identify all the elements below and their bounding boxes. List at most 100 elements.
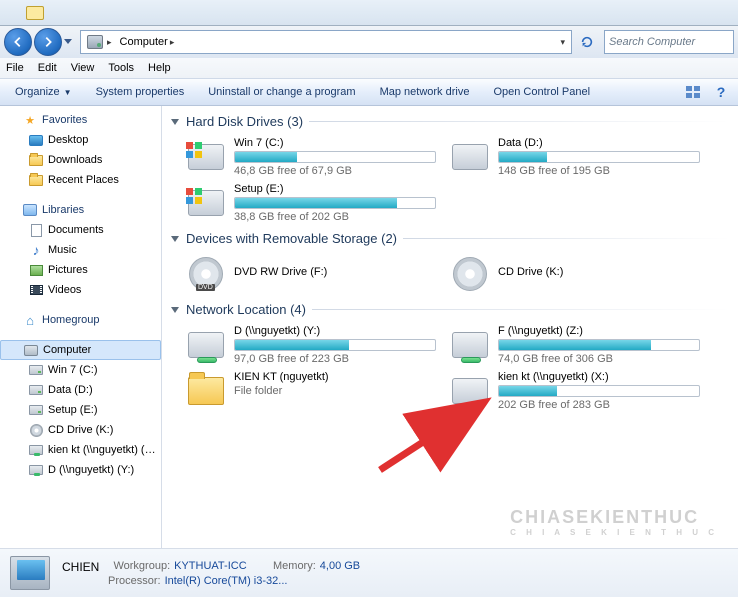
capacity-bar <box>234 339 436 351</box>
drive-item-d[interactable]: Data (D:)148 GB free of 195 GB <box>448 135 702 179</box>
chevron-down-icon <box>64 39 72 45</box>
drive-item-c[interactable]: Win 7 (C:)46,8 GB free of 67,9 GB <box>184 135 438 179</box>
drive-item-y[interactable]: D (\\nguyetkt) (Y:)97,0 GB free of 223 G… <box>184 323 438 367</box>
disc-icon <box>30 424 43 437</box>
refresh-button[interactable] <box>576 31 598 53</box>
chevron-right-icon: ▸ <box>170 37 175 48</box>
capacity-bar <box>234 197 436 209</box>
group-header-removable[interactable]: Devices with Removable Storage (2) <box>170 231 730 246</box>
menu-tools[interactable]: Tools <box>108 62 134 74</box>
content-pane[interactable]: Hard Disk Drives (3) Win 7 (C:)46,8 GB f… <box>162 106 738 548</box>
drive-item-cd[interactable]: CD Drive (K:) <box>448 252 702 296</box>
menu-bar: File Edit View Tools Help <box>0 58 738 78</box>
search-placeholder: Search Computer <box>609 36 695 48</box>
window-folder-icon <box>26 6 44 20</box>
tree-music[interactable]: ♪Music <box>0 240 161 260</box>
tree-videos[interactable]: Videos <box>0 280 161 300</box>
system-properties-button[interactable]: System properties <box>87 82 194 102</box>
drive-icon <box>188 190 224 216</box>
history-dropdown[interactable] <box>62 30 74 54</box>
collapse-icon <box>170 305 180 315</box>
tree-computer[interactable]: Computer <box>0 340 161 360</box>
chevron-right-icon: ▸ <box>107 37 112 48</box>
arrow-left-icon <box>11 35 25 49</box>
search-input[interactable]: Search Computer <box>604 30 734 54</box>
map-drive-button[interactable]: Map network drive <box>371 82 479 102</box>
view-icon <box>685 85 701 99</box>
details-pane: CHIEN Workgroup: KYTHUAT-ICC Memory: 4,0… <box>0 548 738 597</box>
menu-file[interactable]: File <box>6 62 24 74</box>
tree-drive-e[interactable]: Setup (E:) <box>0 400 161 420</box>
help-button[interactable]: ? <box>710 81 732 103</box>
folder-icon <box>29 155 43 166</box>
capacity-bar <box>498 385 700 397</box>
network-drive-icon <box>452 378 488 404</box>
address-root-segment[interactable]: ▸ <box>83 31 116 53</box>
drive-item-x[interactable]: kien kt (\\nguyetkt) (X:)202 GB free of … <box>448 369 702 413</box>
details-computer-name: CHIEN <box>62 560 99 574</box>
address-segment-label: Computer <box>120 36 168 48</box>
tree-drive-d[interactable]: Data (D:) <box>0 380 161 400</box>
drive-item-e[interactable]: Setup (E:)38,8 GB free of 202 GB <box>184 181 438 225</box>
address-dropdown[interactable]: ▾ <box>554 31 569 53</box>
drive-icon <box>29 365 43 375</box>
group-header-network[interactable]: Network Location (4) <box>170 302 730 317</box>
control-panel-button[interactable]: Open Control Panel <box>484 82 599 102</box>
dvd-icon: DVD <box>189 257 223 291</box>
computer-thumbnail-icon <box>10 556 50 590</box>
tree-homegroup[interactable]: ⌂Homegroup <box>0 310 161 330</box>
tree-recent-places[interactable]: Recent Places <box>0 170 161 190</box>
menu-help[interactable]: Help <box>148 62 171 74</box>
windows-logo-icon <box>185 141 203 159</box>
tree-desktop[interactable]: Desktop <box>0 130 161 150</box>
navigation-bar: ▸ Computer ▸ ▾ Search Computer <box>0 26 738 58</box>
tree-pictures[interactable]: Pictures <box>0 260 161 280</box>
computer-icon <box>24 345 38 356</box>
chevron-down-icon: ▼ <box>64 88 72 97</box>
drive-item-dvd[interactable]: DVD DVD RW Drive (F:) <box>184 252 438 296</box>
group-separator <box>309 121 730 122</box>
document-icon <box>31 224 42 237</box>
group-separator <box>312 309 730 310</box>
network-drive-icon <box>29 445 43 455</box>
network-drive-icon <box>188 332 224 358</box>
drive-item-folder[interactable]: KIEN KT (nguyetkt)File folder <box>184 369 438 413</box>
chevron-down-icon: ▾ <box>560 37 565 48</box>
tree-drive-c[interactable]: Win 7 (C:) <box>0 360 161 380</box>
collapse-icon <box>170 234 180 244</box>
tree-drive-y[interactable]: D (\\nguyetkt) (Y:) <box>0 460 161 480</box>
folder-icon <box>188 377 224 405</box>
back-button[interactable] <box>4 28 32 56</box>
navigation-pane[interactable]: ★Favorites Desktop Downloads Recent Plac… <box>0 106 162 548</box>
window-titlebar <box>0 0 738 26</box>
drive-icon <box>452 144 488 170</box>
forward-button[interactable] <box>34 28 62 56</box>
tree-drive-x[interactable]: kien kt (\\nguyetkt) (X:) <box>0 440 161 460</box>
tree-downloads[interactable]: Downloads <box>0 150 161 170</box>
tree-drive-k[interactable]: CD Drive (K:) <box>0 420 161 440</box>
group-header-hdd[interactable]: Hard Disk Drives (3) <box>170 114 730 129</box>
command-toolbar: Organize▼ System properties Uninstall or… <box>0 78 738 106</box>
collapse-icon <box>170 117 180 127</box>
tree-favorites[interactable]: ★Favorites <box>0 110 161 130</box>
drive-item-z[interactable]: F (\\nguyetkt) (Z:)74,0 GB free of 306 G… <box>448 323 702 367</box>
menu-view[interactable]: View <box>71 62 95 74</box>
music-icon: ♪ <box>28 242 44 258</box>
organize-button[interactable]: Organize▼ <box>6 82 81 102</box>
address-bar[interactable]: ▸ Computer ▸ ▾ <box>80 30 572 54</box>
computer-icon <box>87 35 103 49</box>
star-icon: ★ <box>22 112 38 128</box>
uninstall-button[interactable]: Uninstall or change a program <box>199 82 364 102</box>
address-segment-computer[interactable]: Computer ▸ <box>116 31 179 53</box>
refresh-icon <box>580 35 594 49</box>
homegroup-icon: ⌂ <box>22 312 38 328</box>
network-drive-icon <box>452 332 488 358</box>
tree-documents[interactable]: Documents <box>0 220 161 240</box>
view-options-button[interactable] <box>682 81 704 103</box>
drive-icon <box>188 144 224 170</box>
menu-edit[interactable]: Edit <box>38 62 57 74</box>
folder-icon <box>29 175 43 186</box>
tree-libraries[interactable]: Libraries <box>0 200 161 220</box>
group-separator <box>403 238 730 239</box>
drive-icon <box>29 385 43 395</box>
